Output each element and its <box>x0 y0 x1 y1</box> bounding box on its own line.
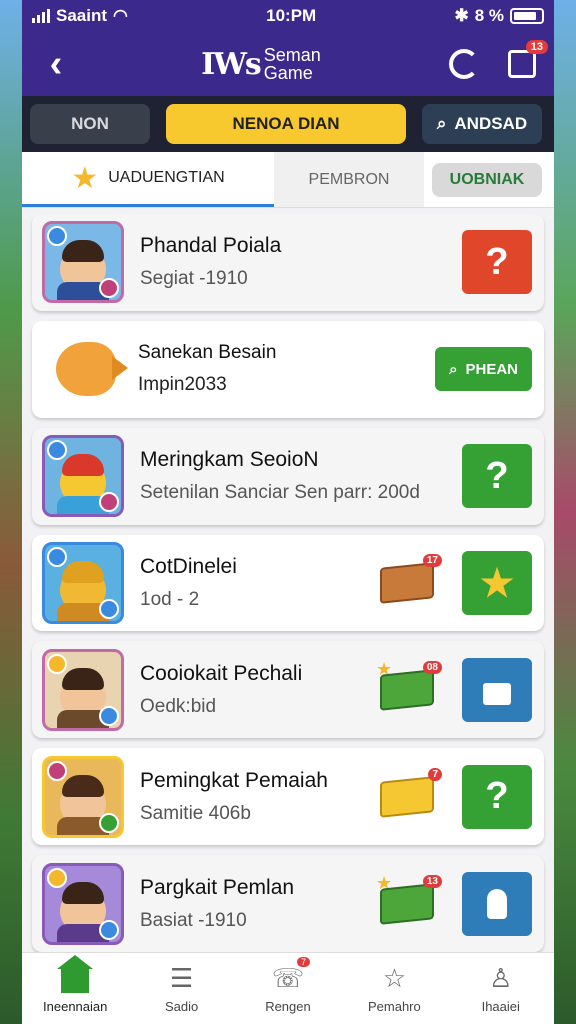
tab-label: UADUENGTIAN <box>108 169 225 186</box>
search-icon: ⌕ <box>436 114 447 133</box>
avatar <box>42 221 124 304</box>
list-item[interactable]: Pemingkat Pemaiah Samitie 406b 7 ? <box>32 748 544 846</box>
item-title: Meringkam SeoioN <box>140 448 319 472</box>
avatar <box>42 542 124 624</box>
hand-icon <box>487 888 507 919</box>
status-bar: Saaint ◠ 10:PM ✱ 8 % <box>22 0 554 32</box>
segment-andsad[interactable]: ⌕ ANDSAD <box>422 104 542 144</box>
user-icon: ♙ <box>489 962 513 993</box>
star-outline-icon: ☆ <box>382 962 407 993</box>
list-item[interactable]: Meringkam SeoioN Setenilan Sanciar Sen p… <box>32 427 544 525</box>
reward-badge: 13 <box>422 874 442 888</box>
bluetooth-icon: ✱ <box>454 6 469 25</box>
help-button[interactable]: ? <box>462 444 532 509</box>
item-title: Cooiokait Pechali <box>140 661 303 685</box>
help-button[interactable]: ? <box>462 230 532 295</box>
search-icon: ⌕ <box>449 360 458 378</box>
help-button[interactable]: ? <box>462 764 532 829</box>
signal-icon <box>32 9 50 23</box>
phean-button[interactable]: ⌕ PHEAN <box>435 347 532 392</box>
app-title-line2: Game <box>263 63 313 83</box>
reward-icon: 17 <box>378 554 442 608</box>
segment-non[interactable]: NON <box>30 104 150 144</box>
item-subtitle: Impin2033 <box>138 374 227 396</box>
reward-badge: 17 <box>422 554 442 567</box>
app-title-line1: Seman <box>263 45 321 65</box>
nav-rengen[interactable]: ☏ 7 Rengen <box>238 957 338 1014</box>
segment-andsad-label: ANDSAD <box>454 114 528 133</box>
hand-button[interactable] <box>462 871 532 936</box>
nav-profile[interactable]: ♙ Ihaaiei <box>451 962 551 1015</box>
item-subtitle: Setenilan Sanciar Sen parr: 200d <box>140 482 420 504</box>
avatar <box>42 862 124 945</box>
reward-icon: 7 <box>378 767 442 822</box>
battery-percent: 8 % <box>474 6 504 25</box>
item-title: Pargkait Pemlan <box>140 875 295 899</box>
checklist-icon <box>507 50 536 78</box>
item-subtitle: 1od - 2 <box>140 589 200 610</box>
tab-uaduengtian[interactable]: ★ UADUENGTIAN <box>22 152 274 207</box>
list-item[interactable]: Cooiokait Pechali Oedk:bid ★ 08 <box>32 641 544 739</box>
app-logo: IWs <box>201 46 262 82</box>
wifi-icon: ◠ <box>113 6 128 25</box>
chat-icon: ☏ <box>271 962 305 993</box>
nav-label: Pemahro <box>367 999 421 1014</box>
tasks-button[interactable]: 13 <box>504 40 548 82</box>
item-title: Phandal Poiala <box>140 234 282 258</box>
phean-label: PHEAN <box>465 360 518 378</box>
reward-icon: ★ 13 <box>376 873 442 929</box>
lock-icon <box>483 682 511 705</box>
item-subtitle: Basiat -1910 <box>140 909 247 931</box>
item-list: Phandal Poiala Segiat -1910 ? Sanekan Be… <box>22 208 554 952</box>
fish-icon <box>56 342 128 397</box>
item-title: CotDinelei <box>140 555 237 578</box>
nav-sadio[interactable]: ☰ Sadio <box>132 962 232 1015</box>
battery-icon <box>510 8 544 24</box>
list-icon: ☰ <box>169 962 194 993</box>
list-item[interactable]: Sanekan Besain Impin2033 ⌕ PHEAN <box>32 320 544 418</box>
reward-icon: ★ 08 <box>376 659 442 715</box>
nav-label: Sadio <box>164 999 199 1014</box>
avatar <box>42 435 124 518</box>
nav-label: Ihaaiei <box>481 999 520 1014</box>
reward-badge: 7 <box>428 767 442 781</box>
carrier-name: Saaint <box>56 6 108 25</box>
segment-bar: NON NENOA DIAN ⌕ ANDSAD <box>22 96 554 152</box>
list-item[interactable]: Pargkait Pemlan Basiat -1910 ★ 13 <box>32 855 544 952</box>
nav-label: Rengen <box>265 999 311 1014</box>
refresh-button[interactable] <box>446 46 482 82</box>
list-item[interactable]: CotDinelei 1od - 2 17 ★ <box>32 534 544 632</box>
tab-bar: ★ UADUENGTIAN PEMBRON UOBNIAK <box>22 152 554 208</box>
item-subtitle: Segiat -1910 <box>140 268 248 290</box>
star-button[interactable]: ★ <box>462 551 532 615</box>
item-subtitle: Samitie 406b <box>140 802 251 824</box>
reward-badge: 08 <box>422 660 442 674</box>
bottom-nav: Ineennaian ☰ Sadio ☏ 7 Rengen ☆ Pemahro … <box>22 952 554 1024</box>
star-icon: ★ <box>71 161 99 195</box>
list-item[interactable]: Phandal Poiala Segiat -1910 ? <box>32 214 544 311</box>
status-time: 10:PM <box>266 6 317 25</box>
back-arrow-icon[interactable]: ‹ <box>36 45 76 83</box>
avatar <box>42 648 124 731</box>
nav-badge: 7 <box>296 957 310 967</box>
nav-home[interactable]: Ineennaian <box>25 955 125 1014</box>
item-subtitle: Oedk:bid <box>140 695 217 717</box>
refresh-icon <box>448 49 479 79</box>
segment-nenoa-dian[interactable]: NENOA DIAN <box>166 104 406 144</box>
home-icon <box>57 955 94 993</box>
nav-pemahro[interactable]: ☆ Pemahro <box>344 962 444 1015</box>
app-bar: ‹ IWs Seman Game 13 <box>22 32 554 96</box>
nav-label: Ineennaian <box>43 999 108 1014</box>
tasks-badge: 13 <box>525 40 548 54</box>
avatar <box>42 755 124 838</box>
app-screen: Saaint ◠ 10:PM ✱ 8 % ‹ IWs Seman Game 13 <box>22 0 554 1024</box>
tab-pembron[interactable]: PEMBRON <box>274 152 424 207</box>
item-title: Pemingkat Pemaiah <box>140 768 328 792</box>
app-title: IWs Seman Game <box>201 46 321 82</box>
tab-uobniak[interactable]: UOBNIAK <box>432 162 542 197</box>
item-title: Sanekan Besain <box>138 342 277 364</box>
lock-button[interactable] <box>462 657 532 722</box>
